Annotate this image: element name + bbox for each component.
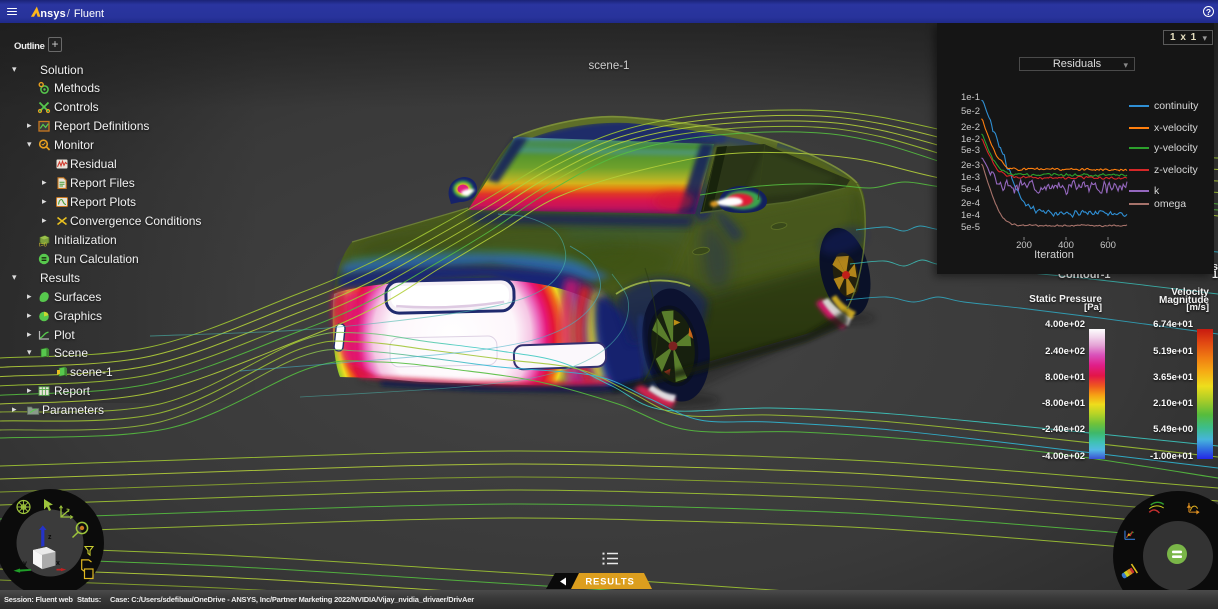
svg-text:y: y	[23, 561, 27, 568]
svg-text:nsys: nsys	[40, 8, 66, 20]
svg-text:z: z	[48, 534, 52, 541]
svg-text:/: /	[67, 8, 71, 20]
svg-text:Fluent: Fluent	[74, 8, 104, 20]
svg-text:RESULTS: RESULTS	[585, 577, 634, 588]
svg-text:x: x	[56, 560, 60, 567]
